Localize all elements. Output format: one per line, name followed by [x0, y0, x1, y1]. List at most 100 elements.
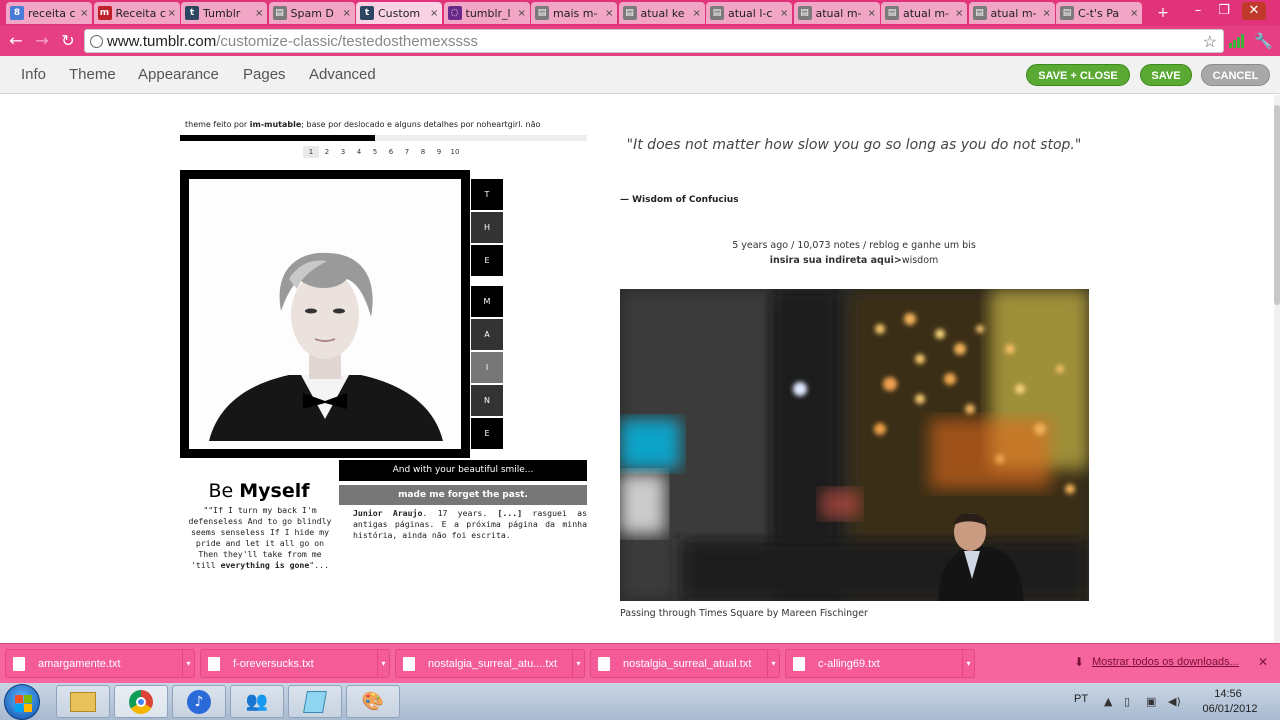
page-scrollbar[interactable]: [1274, 95, 1280, 643]
minimize-button[interactable]: –: [1186, 2, 1210, 20]
times-square-photo[interactable]: [620, 289, 1089, 601]
forward-button[interactable]: →: [32, 31, 52, 51]
chevron-down-icon[interactable]: ▾: [377, 650, 389, 677]
notepad-taskbar-button[interactable]: [288, 685, 342, 718]
menu-appearance[interactable]: Appearance: [138, 66, 219, 83]
itunes-taskbar-button[interactable]: ♪: [172, 685, 226, 718]
show-all-downloads-link[interactable]: Mostrar todos os downloads...: [1092, 656, 1239, 668]
save-close-button[interactable]: SAVE + CLOSE: [1026, 64, 1130, 86]
chrome-taskbar-button[interactable]: [114, 685, 168, 718]
tab-close-icon[interactable]: ×: [955, 8, 965, 19]
letter-tile: N: [471, 385, 503, 416]
download-item[interactable]: c-alling69.txt ▾: [785, 649, 975, 678]
tab-close-icon[interactable]: ×: [605, 8, 615, 19]
post-tag[interactable]: insira sua indireta aqui>wisdom: [620, 255, 1088, 266]
globe-icon: [90, 35, 103, 48]
be-myself-title: Be Myself: [208, 480, 310, 502]
tab-close-icon[interactable]: ×: [343, 8, 353, 19]
post-quote-source: — Wisdom of Confucius: [620, 195, 739, 205]
tab-close-icon[interactable]: ×: [168, 8, 178, 19]
browser-tab[interactable]: ▤ atual l-c ×: [706, 2, 792, 24]
browser-tab[interactable]: t Custom ×: [356, 2, 442, 24]
address-bar[interactable]: www.tumblr.com/customize-classic/testedo…: [84, 29, 1224, 53]
menu-info[interactable]: Info: [21, 66, 46, 83]
page-number-link[interactable]: 2: [319, 146, 335, 158]
bookmark-star-icon[interactable]: ☆: [1203, 32, 1217, 52]
reload-button[interactable]: ↻: [58, 31, 78, 51]
page-number-link[interactable]: 3: [335, 146, 351, 158]
chevron-down-icon[interactable]: ▾: [962, 650, 974, 677]
page-number-link[interactable]: 6: [383, 146, 399, 158]
browser-tab[interactable]: ▤ atual ke ×: [618, 2, 705, 24]
tab-close-icon[interactable]: ×: [868, 8, 878, 19]
tab-close-icon[interactable]: ×: [1043, 8, 1053, 19]
browser-tab[interactable]: ◌ tumblr_l ×: [443, 2, 530, 24]
clock-time[interactable]: 14:56: [1200, 688, 1256, 700]
browser-tab[interactable]: m Receita c ×: [93, 2, 180, 24]
browser-tab[interactable]: ▤ Spam D ×: [268, 2, 355, 24]
page-number-link[interactable]: 8: [415, 146, 431, 158]
page-number-link[interactable]: 10: [447, 146, 463, 158]
language-indicator[interactable]: PT: [1074, 693, 1088, 705]
close-icon[interactable]: ✕: [1258, 655, 1268, 669]
browser-tab[interactable]: ▤ atual m- ×: [968, 2, 1055, 24]
chevron-down-icon[interactable]: ▾: [767, 650, 779, 677]
file-icon: [793, 657, 805, 671]
menu-advanced[interactable]: Advanced: [309, 66, 376, 83]
explorer-taskbar-button[interactable]: [56, 685, 110, 718]
menu-pages[interactable]: Pages: [243, 66, 286, 83]
loading-icon: ◌: [447, 6, 462, 20]
tab-close-icon[interactable]: ×: [693, 8, 703, 19]
back-button[interactable]: ←: [6, 31, 26, 51]
windows-taskbar: ♪ 👥 🎨 PT ▲ ▯ ▣ ◀) 14:56 06/01/2012: [0, 683, 1280, 720]
paint-taskbar-button[interactable]: 🎨: [346, 685, 400, 718]
tab-close-icon[interactable]: ×: [430, 8, 440, 19]
menu-theme[interactable]: Theme: [69, 66, 116, 83]
download-item[interactable]: amargamente.txt ▾: [5, 649, 195, 678]
tab-title: Custom: [378, 6, 421, 20]
download-item[interactable]: nostalgia_surreal_atu....txt ▾: [395, 649, 585, 678]
page-number-link[interactable]: 7: [399, 146, 415, 158]
browser-tab[interactable]: ▤ C-t's Pa ×: [1056, 2, 1142, 24]
page-number-link[interactable]: 9: [431, 146, 447, 158]
download-item[interactable]: nostalgia_surreal_atual.txt ▾: [590, 649, 780, 678]
chevron-down-icon[interactable]: ▾: [572, 650, 584, 677]
tab-title: C-t's Pa: [1078, 6, 1120, 20]
volume-icon[interactable]: ◀): [1168, 695, 1181, 708]
tab-title: atual m-: [903, 6, 950, 20]
chevron-down-icon[interactable]: ▾: [182, 650, 194, 677]
post-meta-link[interactable]: 5 years ago / 10,073 notes / reblog e ga…: [620, 240, 1088, 251]
download-item[interactable]: f-oreversucks.txt ▾: [200, 649, 390, 678]
tab-close-icon[interactable]: ×: [518, 8, 528, 19]
tab-close-icon[interactable]: ×: [255, 8, 265, 19]
browser-tab[interactable]: ▤ atual m- ×: [881, 2, 967, 24]
tab-close-icon[interactable]: ×: [780, 8, 790, 19]
battery-icon[interactable]: ▯: [1124, 695, 1130, 708]
credits-author-link[interactable]: im-mutable: [250, 120, 302, 129]
save-button[interactable]: SAVE: [1140, 64, 1192, 86]
tab-close-icon[interactable]: ×: [80, 8, 90, 19]
browser-tab[interactable]: ▤ atual m- ×: [793, 2, 880, 24]
sidebar-quote: ""If I turn my back I'm defenseless And …: [188, 505, 332, 570]
browser-tab[interactable]: 8 receita c ×: [6, 2, 92, 24]
new-tab-button[interactable]: +: [1156, 6, 1170, 20]
clock-date[interactable]: 06/01/2012: [1200, 703, 1260, 715]
wrench-menu-icon[interactable]: 🔧: [1254, 32, 1273, 50]
network-icon[interactable]: ▣: [1146, 695, 1156, 708]
close-window-button[interactable]: ✕: [1242, 2, 1266, 20]
page-icon: ▤: [622, 6, 637, 20]
start-button[interactable]: [4, 684, 40, 720]
tab-title: Tumblr: [203, 6, 241, 20]
browser-tab[interactable]: t Tumblr ×: [181, 2, 267, 24]
signal-extension-icon[interactable]: [1229, 34, 1244, 48]
page-number-link[interactable]: 5: [367, 146, 383, 158]
messenger-taskbar-button[interactable]: 👥: [230, 685, 284, 718]
browser-tab[interactable]: ▤ mais m- ×: [531, 2, 617, 24]
maximize-button[interactable]: ❐: [1212, 2, 1236, 20]
tray-expand-icon[interactable]: ▲: [1104, 695, 1112, 708]
page-number-link[interactable]: 1: [303, 146, 319, 158]
forget-banner: made me forget the past.: [339, 485, 587, 505]
tab-close-icon[interactable]: ×: [1130, 8, 1140, 19]
page-number-link[interactable]: 4: [351, 146, 367, 158]
cancel-button[interactable]: CANCEL: [1201, 64, 1270, 86]
